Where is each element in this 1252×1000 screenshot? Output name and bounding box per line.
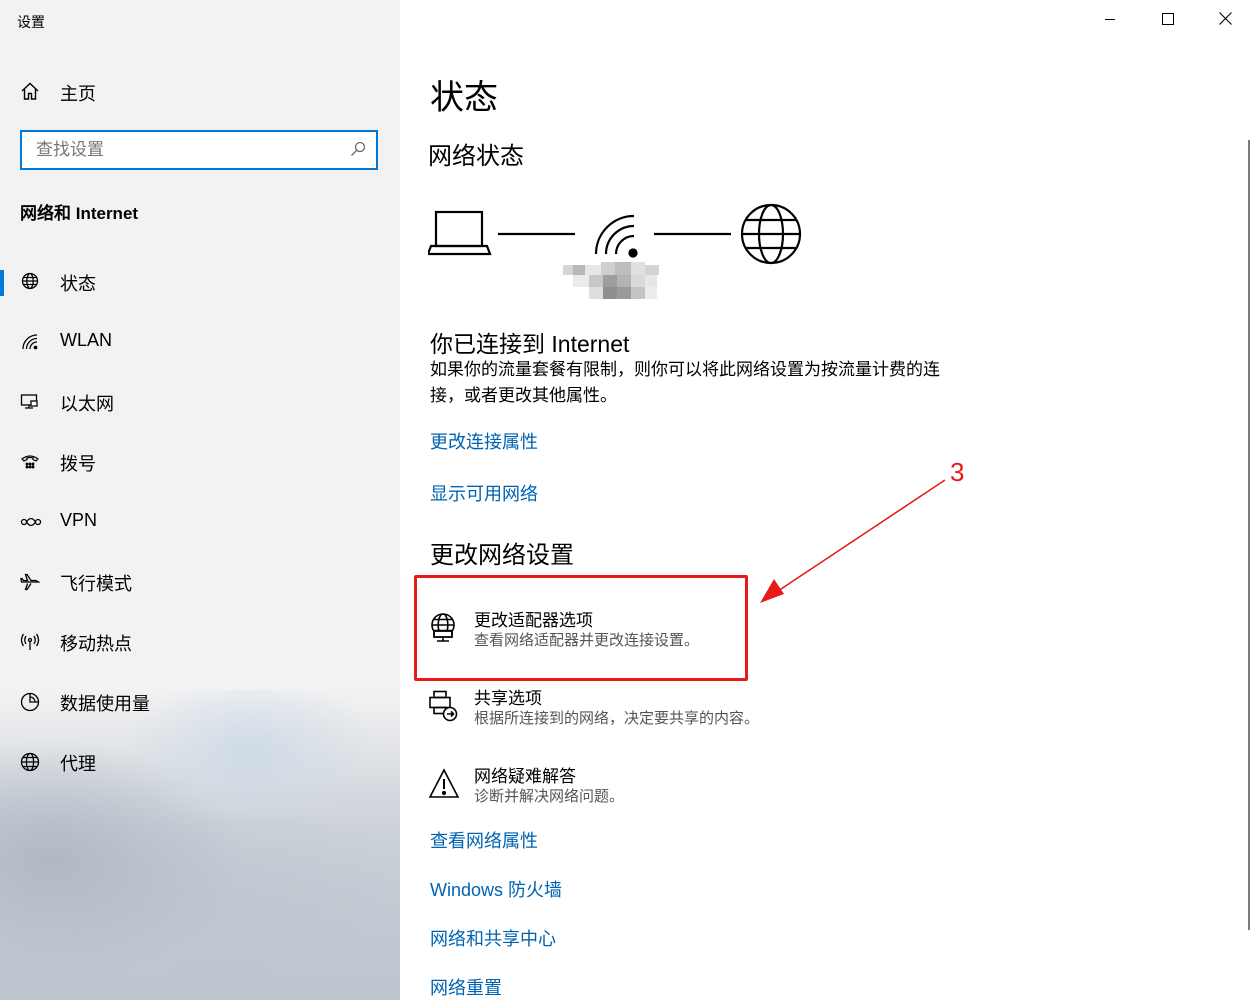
section-title: 网络和 Internet <box>20 204 139 223</box>
acrylic-background <box>0 690 400 1000</box>
minimize-icon <box>1104 12 1116 30</box>
internet-globe-icon <box>740 203 802 265</box>
option-description: 根据所连接到的网络，决定要共享的内容。 <box>474 710 760 727</box>
view-network-properties-link[interactable]: 查看网络属性 <box>430 827 538 853</box>
dialup-icon <box>20 452 40 472</box>
sidebar-item-airplane[interactable]: 飞行模式 <box>0 560 400 604</box>
maximize-button[interactable] <box>1153 6 1183 36</box>
sidebar-item-status[interactable]: 状态 <box>0 260 400 304</box>
laptop-icon <box>428 210 492 256</box>
sidebar-item-dialup[interactable]: 拨号 <box>0 440 400 484</box>
sidebar-item-label: 移动热点 <box>60 634 132 654</box>
wifi-icon <box>20 332 40 352</box>
option-description: 诊断并解决网络问题。 <box>474 788 625 805</box>
ethernet-icon <box>20 392 40 412</box>
warning-icon <box>428 768 460 800</box>
annotation-arrow <box>760 479 946 603</box>
vpn-icon <box>20 512 42 532</box>
show-available-networks-link[interactable]: 显示可用网络 <box>430 480 538 506</box>
maximize-icon <box>1162 12 1174 30</box>
redacted-network-name <box>563 262 661 302</box>
sidebar-item-proxy[interactable]: 代理 <box>0 740 400 784</box>
sidebar-item-label: 拨号 <box>60 454 96 474</box>
close-button[interactable] <box>1210 6 1240 36</box>
hotspot-icon <box>20 632 40 652</box>
globe-icon <box>20 752 40 772</box>
scrollbar[interactable] <box>1248 140 1250 930</box>
sidebar-item-wlan[interactable]: WLAN <box>0 320 400 364</box>
sharing-icon <box>428 690 460 722</box>
selection-indicator <box>0 270 4 296</box>
sidebar-item-label: 状态 <box>60 274 96 294</box>
annotation-label: 3 <box>950 457 965 487</box>
network-sharing-center-link[interactable]: 网络和共享中心 <box>430 925 556 951</box>
option-title: 共享选项 <box>474 689 542 708</box>
sidebar-item-label: WLAN <box>60 330 113 350</box>
connected-title: 你已连接到 Internet <box>430 331 630 357</box>
minimize-button[interactable] <box>1095 6 1125 36</box>
globe-status-icon <box>20 272 40 292</box>
sidebar-item-ethernet[interactable]: 以太网 <box>0 380 400 424</box>
home-label: 主页 <box>60 84 96 104</box>
sidebar-item-data-usage[interactable]: 数据使用量 <box>0 680 400 724</box>
close-icon <box>1218 12 1232 30</box>
connected-description: 如果你的流量套餐有限制，则你可以将此网络设置为按流量计费的连接，或者更改其他属性… <box>430 360 940 405</box>
search-box[interactable] <box>20 130 378 170</box>
sidebar-item-hotspot[interactable]: 移动热点 <box>0 620 400 664</box>
sidebar: 设置 主页 网络和 Internet 状态 <box>0 0 400 1000</box>
sidebar-item-label: 以太网 <box>60 394 114 414</box>
sidebar-item-vpn[interactable]: VPN <box>0 500 400 544</box>
network-troubleshooter[interactable]: 网络疑难解答 诊断并解决网络问题。 <box>428 762 828 812</box>
sidebar-item-label: 代理 <box>60 754 96 774</box>
home-nav-item[interactable]: 主页 <box>20 79 96 107</box>
wifi-router-icon <box>594 214 638 258</box>
network-status-heading: 网络状态 <box>428 143 524 170</box>
app-title: 设置 <box>17 14 45 30</box>
data-usage-icon <box>20 692 40 712</box>
sidebar-item-label: 飞行模式 <box>60 574 132 594</box>
page-title: 状态 <box>430 79 498 117</box>
airplane-icon <box>20 572 41 592</box>
highlight-box <box>414 575 748 681</box>
change-settings-heading: 更改网络设置 <box>430 542 574 569</box>
sharing-options[interactable]: 共享选项 根据所连接到的网络，决定要共享的内容。 <box>428 684 828 734</box>
windows-firewall-link[interactable]: Windows 防火墙 <box>430 876 562 902</box>
change-connection-properties-link[interactable]: 更改连接属性 <box>430 428 538 454</box>
sidebar-item-label: 数据使用量 <box>60 694 150 714</box>
network-reset-link[interactable]: 网络重置 <box>430 974 502 1000</box>
search-input[interactable] <box>22 132 336 168</box>
home-icon <box>20 81 40 106</box>
sidebar-item-label: VPN <box>60 510 98 530</box>
option-title: 网络疑难解答 <box>474 767 576 786</box>
search-icon[interactable] <box>350 141 366 162</box>
